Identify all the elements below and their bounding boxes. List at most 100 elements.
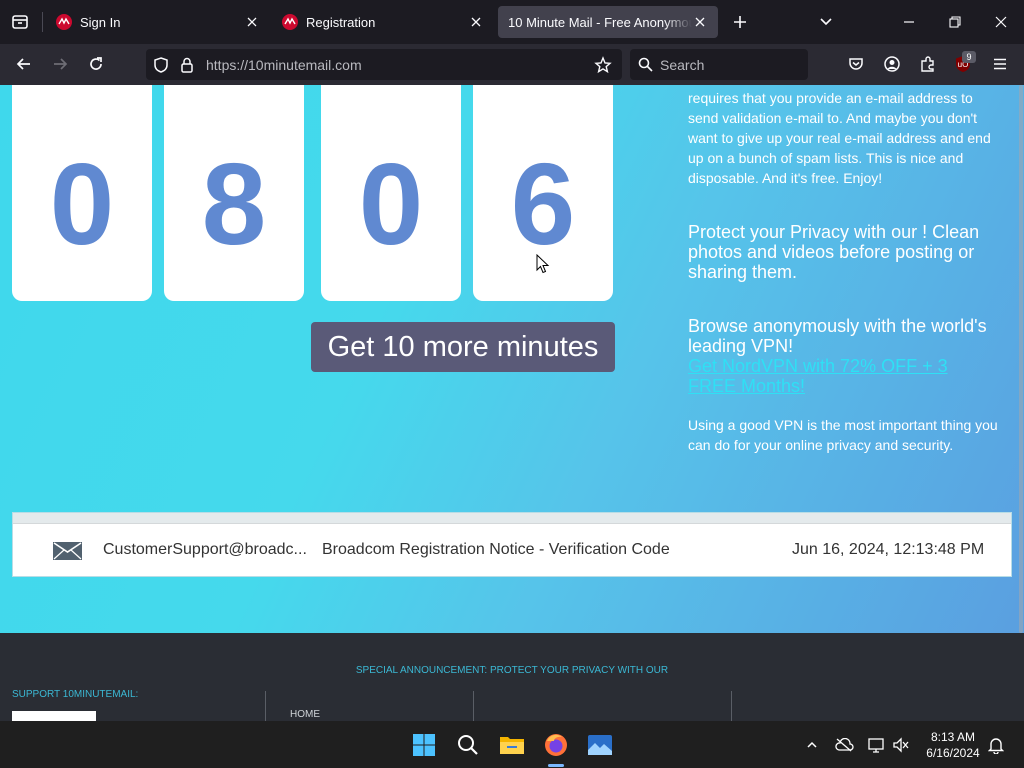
support-heading: SUPPORT 10MINUTEMAIL: — [12, 689, 139, 700]
inbox-table: CustomerSupport@broadc... Broadcom Regis… — [12, 512, 1012, 577]
network-icon — [868, 738, 884, 753]
timer-digit: 0 — [321, 85, 461, 301]
minimize-button[interactable] — [897, 10, 921, 34]
clock-time: 8:13 AM — [930, 730, 976, 744]
email-date: Jun 16, 2024, 12:13:48 PM — [792, 541, 985, 558]
intro-text: requires that you provide an e-mail addr… — [688, 90, 991, 186]
get-more-minutes-button[interactable]: Get 10 more minutes — [311, 322, 615, 372]
minimize-icon — [904, 21, 914, 23]
onedrive-status[interactable] — [834, 735, 854, 755]
timer-digit: 8 — [164, 85, 304, 301]
star-bookmark-icon[interactable] — [594, 56, 612, 74]
footer-divider — [473, 691, 474, 721]
firefox-view-icon — [12, 15, 28, 29]
start-button[interactable] — [408, 729, 440, 761]
photos-app-button[interactable] — [584, 729, 616, 761]
timer-digit: 0 — [12, 85, 152, 301]
tab-title: Sign In — [80, 14, 121, 30]
active-app-indicator — [548, 764, 564, 767]
windows-taskbar: 8:13 AM 6/16/2024 — [0, 721, 1024, 768]
folder-icon — [500, 737, 524, 754]
firefox-view-button[interactable] — [8, 10, 32, 34]
network-status[interactable] — [866, 735, 886, 755]
extensions-button[interactable] — [916, 52, 940, 76]
search-icon — [638, 57, 653, 72]
paypal-donate-image[interactable] — [12, 711, 96, 721]
broadcom-icon — [282, 14, 298, 30]
email-sender: CustomerSupport@broadc... — [103, 541, 307, 558]
account-icon — [884, 56, 900, 72]
nordvpn-link[interactable]: Get NordVPN with 72% OFF + 3 FREE Months… — [688, 356, 978, 396]
windows-logo-icon — [413, 734, 435, 756]
reload-button[interactable] — [84, 52, 108, 76]
close-tab-icon[interactable] — [244, 14, 260, 30]
show-hidden-icons-button[interactable] — [802, 735, 822, 755]
inbox-row[interactable]: CustomerSupport@broadc... Broadcom Regis… — [13, 524, 1011, 576]
tab-separator — [42, 12, 43, 32]
address-bar[interactable]: https://10minutemail.com — [146, 49, 622, 80]
extension-badge: 9 — [962, 51, 976, 63]
firefox-icon — [545, 734, 567, 756]
file-explorer-button[interactable] — [496, 729, 528, 761]
hamburger-menu-icon — [994, 58, 1006, 70]
vpn-heading: Browse anonymously with the world's lead… — [688, 316, 987, 356]
privacy-heading: Protect your Privacy with our ! Clean ph… — [688, 222, 980, 282]
tab-registration[interactable]: Registration — [272, 6, 494, 38]
footer-home-link[interactable]: HOME — [290, 709, 320, 720]
page-scrollbar[interactable] — [1019, 85, 1023, 633]
search-placeholder: Search — [660, 57, 705, 73]
announcement-text: SPECIAL ANNOUNCEMENT: PROTECT YOUR PRIVA… — [355, 665, 669, 676]
menu-button[interactable] — [988, 52, 1012, 76]
pocket-button[interactable] — [844, 52, 868, 76]
search-icon — [458, 735, 478, 755]
page-content: 0 8 0 6 Get 10 more minutes requires tha… — [0, 85, 1024, 721]
tab-title: 10 Minute Mail - Free Anonymous Temporar… — [508, 14, 692, 30]
shield-icon[interactable] — [152, 56, 170, 74]
photos-icon — [588, 735, 612, 755]
plus-icon — [734, 16, 746, 28]
footer-divider — [731, 691, 732, 721]
close-tab-icon[interactable] — [692, 14, 708, 30]
close-icon — [995, 16, 1007, 28]
taskbar-search-button[interactable] — [452, 729, 484, 761]
back-button[interactable] — [12, 52, 36, 76]
tab-sign-in[interactable]: Sign In — [46, 6, 270, 38]
taskbar-clock[interactable]: 8:13 AM 6/16/2024 — [920, 729, 986, 761]
chevron-up-icon — [807, 741, 817, 748]
tab-10-minute-mail[interactable]: 10 Minute Mail - Free Anonymous Temporar… — [498, 6, 718, 38]
reload-icon — [90, 57, 102, 70]
close-window-button[interactable] — [989, 10, 1013, 34]
footer: SPECIAL ANNOUNCEMENT: PROTECT YOUR PRIVA… — [0, 633, 1024, 721]
list-all-tabs-button[interactable] — [814, 10, 838, 34]
close-tab-icon[interactable] — [468, 14, 484, 30]
forward-button[interactable] — [48, 52, 72, 76]
restore-icon — [949, 16, 961, 28]
arrow-right-icon — [54, 58, 68, 70]
account-button[interactable] — [880, 52, 904, 76]
new-tab-button[interactable] — [728, 10, 752, 34]
vpn-text: Using a good VPN is the most important t… — [688, 417, 998, 453]
cloud-off-icon — [835, 738, 854, 752]
footer-divider — [265, 691, 266, 721]
bell-icon — [988, 738, 1004, 754]
envelope-icon — [53, 542, 82, 560]
search-bar[interactable]: Search — [630, 49, 808, 80]
clock-date: 6/16/2024 — [926, 746, 980, 760]
navigation-toolbar: https://10minutemail.com Search uO 9 — [0, 44, 1024, 85]
restore-button[interactable] — [943, 10, 967, 34]
puzzle-icon — [921, 56, 934, 72]
notifications-button[interactable] — [986, 735, 1006, 755]
volume-muted-icon — [893, 737, 909, 753]
volume-status[interactable] — [891, 735, 911, 755]
tab-title: Registration — [306, 14, 376, 30]
broadcom-icon — [56, 14, 72, 30]
inbox-header — [13, 513, 1011, 524]
chevron-down-icon — [820, 18, 832, 26]
lock-icon[interactable] — [178, 56, 196, 74]
email-subject: Broadcom Registration Notice - Verificat… — [322, 541, 670, 558]
firefox-taskbar-button[interactable] — [540, 729, 572, 761]
mouse-cursor-icon — [536, 254, 550, 274]
tab-strip: Sign In Registration 10 Minute Mail - Fr… — [0, 0, 1024, 44]
url-text: https://10minutemail.com — [206, 57, 362, 73]
arrow-left-icon — [16, 58, 30, 70]
